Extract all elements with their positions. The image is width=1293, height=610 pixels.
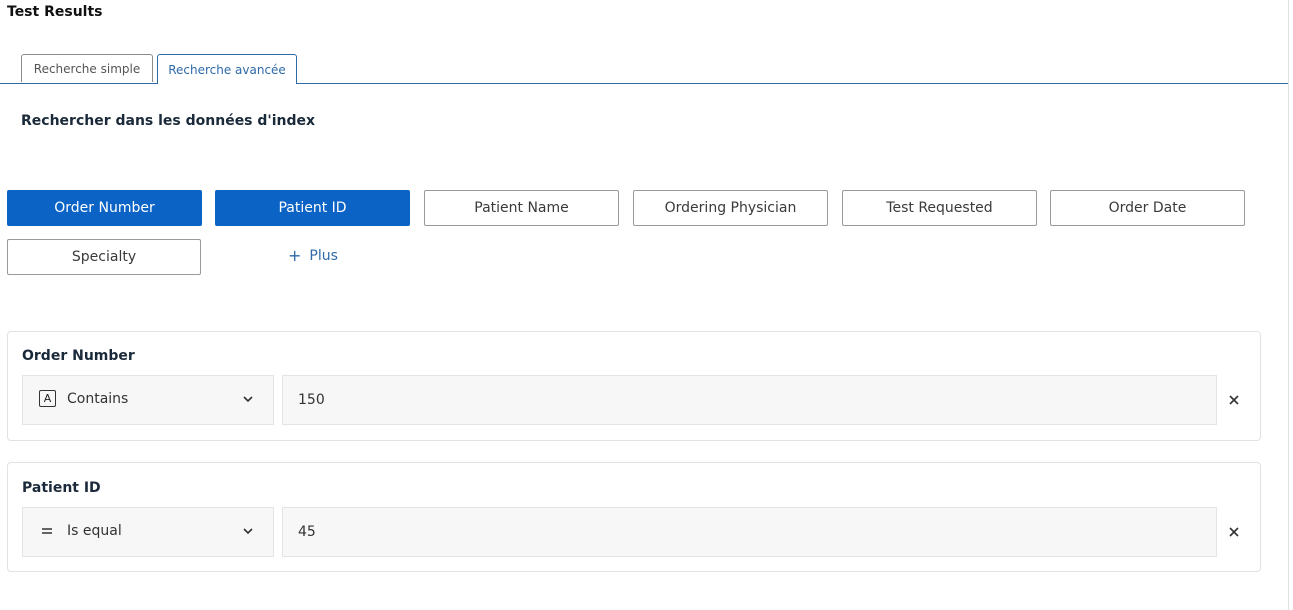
field-chip-label: Order Number (54, 200, 155, 216)
close-icon (1229, 395, 1239, 405)
tab-label: Recherche simple (33, 61, 141, 76)
field-chip-test-requested[interactable]: Test Requested (842, 190, 1037, 226)
filter-card-patient-id: Patient ID Is equal (7, 462, 1261, 572)
field-chip-specialty[interactable]: Specialty (7, 239, 201, 275)
field-chip-order-number[interactable]: Order Number (7, 190, 202, 226)
operator-select[interactable]: Is equal (22, 507, 274, 557)
remove-filter-button[interactable] (1225, 391, 1243, 409)
field-chip-label: Order Date (1108, 200, 1187, 216)
page-divider (1288, 0, 1289, 610)
field-chip-label: Patient Name (474, 200, 569, 216)
close-icon (1229, 527, 1239, 537)
page-title: Test Results (7, 4, 103, 20)
tab-advanced-search[interactable]: Recherche avancée (157, 54, 297, 84)
equals-icon (39, 523, 55, 539)
tab-label: Recherche avancée (168, 62, 286, 77)
more-fields-button[interactable]: + Plus (288, 246, 338, 266)
chevron-down-icon (243, 528, 253, 535)
plus-icon: + (288, 246, 302, 265)
field-chip-label: Ordering Physician (664, 200, 797, 216)
field-chip-label: Test Requested (886, 200, 993, 216)
field-chip-label: Patient ID (278, 200, 347, 216)
chevron-down-icon (243, 396, 253, 403)
section-title: Rechercher dans les données d'index (21, 113, 316, 129)
operator-select[interactable]: A Contains (22, 375, 274, 425)
filter-card-order-number: Order Number A Contains (7, 331, 1261, 441)
field-chip-label: Specialty (71, 249, 137, 265)
remove-filter-button[interactable] (1225, 523, 1243, 541)
text-type-icon: A (39, 390, 56, 407)
field-chip-order-date[interactable]: Order Date (1050, 190, 1245, 226)
search-tabs: Recherche simple Recherche avancée (0, 54, 1288, 84)
operator-label: Contains (67, 391, 129, 407)
filter-title: Patient ID (22, 480, 101, 496)
operator-label: Is equal (67, 523, 122, 539)
filter-value-input[interactable] (282, 507, 1217, 557)
field-chip-patient-id[interactable]: Patient ID (215, 190, 410, 226)
field-chip-ordering-physician[interactable]: Ordering Physician (633, 190, 828, 226)
filter-value-input[interactable] (282, 375, 1217, 425)
more-fields-label: Plus (309, 248, 338, 264)
tab-simple-search[interactable]: Recherche simple (21, 54, 153, 82)
field-chip-patient-name[interactable]: Patient Name (424, 190, 619, 226)
filter-title: Order Number (22, 348, 135, 364)
